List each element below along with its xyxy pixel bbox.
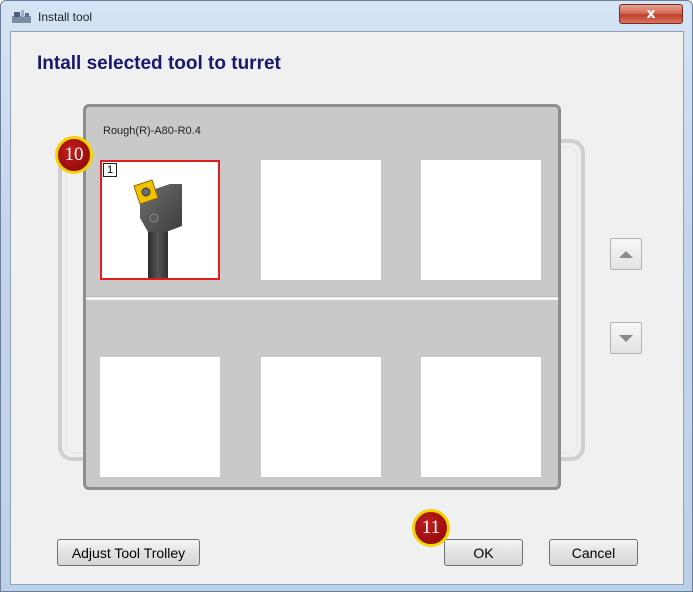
adjust-tool-trolley-button[interactable]: Adjust Tool Trolley — [57, 539, 200, 566]
ok-button[interactable]: OK — [444, 539, 523, 566]
close-icon: x — [646, 6, 656, 22]
turret-slot-2[interactable] — [261, 160, 381, 280]
callout-marker-10: 10 — [55, 136, 93, 174]
turret-slot-1[interactable]: 1 — [100, 160, 220, 280]
cancel-button[interactable]: Cancel — [549, 539, 638, 566]
close-button[interactable]: x — [619, 4, 683, 24]
turret-slot-4[interactable] — [100, 357, 220, 477]
selected-tool-name: Rough(R)-A80-R0.4 — [103, 125, 201, 137]
turning-tool-icon — [133, 179, 182, 278]
turret-rack: Rough(R)-A80-R0.4 1 — [83, 104, 561, 490]
window-title: Install tool — [38, 10, 93, 24]
triangle-up-icon — [619, 250, 633, 258]
triangle-down-icon — [619, 334, 633, 342]
turret-slot-5[interactable] — [261, 357, 381, 477]
callout-marker-11: 11 — [412, 509, 450, 547]
scroll-up-button[interactable] — [610, 238, 642, 270]
page-title: Intall selected tool to turret — [37, 53, 281, 74]
slot-number: 1 — [103, 163, 117, 177]
title-bar[interactable]: Install tool x — [1, 1, 692, 31]
dialog-body: Intall selected tool to turret Rough(R)-… — [10, 31, 684, 585]
app-icon — [12, 10, 31, 23]
scroll-down-button[interactable] — [610, 322, 642, 354]
install-tool-window: Install tool x Intall selected tool to t… — [0, 0, 693, 592]
rack-divider — [86, 296, 558, 300]
turret-slot-6[interactable] — [421, 357, 541, 477]
turret-slot-3[interactable] — [421, 160, 541, 280]
